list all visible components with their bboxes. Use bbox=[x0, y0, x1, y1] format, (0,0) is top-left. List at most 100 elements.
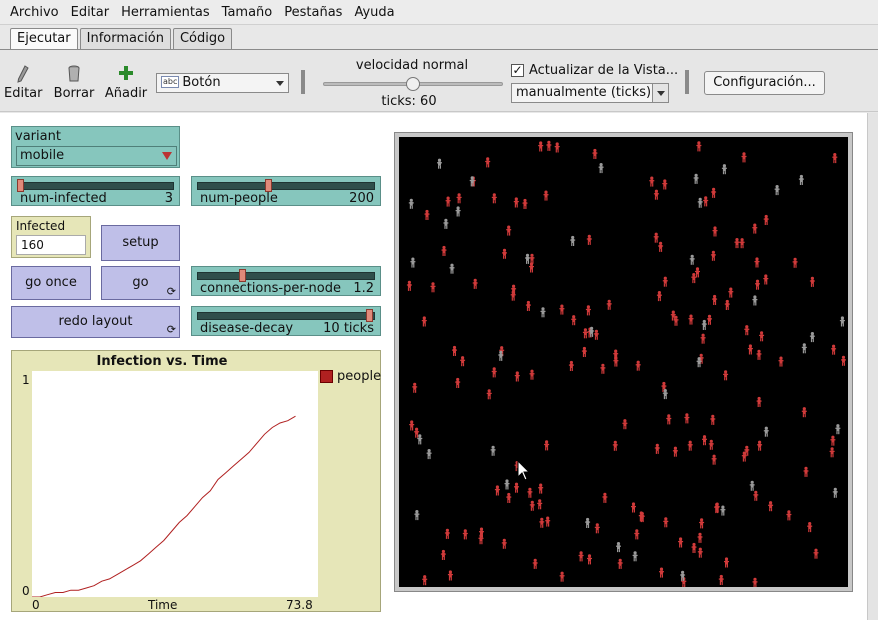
person-agent bbox=[406, 280, 412, 291]
legend-swatch bbox=[320, 370, 333, 383]
connections-per-node-slider[interactable]: connections-per-node 1.2 bbox=[191, 266, 381, 296]
person-agent bbox=[747, 344, 753, 355]
person-agent bbox=[841, 355, 846, 366]
menu-ayuda[interactable]: Ayuda bbox=[348, 5, 400, 20]
person-agent bbox=[695, 267, 700, 278]
slider-name: num-people bbox=[200, 191, 278, 206]
person-agent bbox=[490, 445, 496, 456]
menu-pestanas[interactable]: Pestañas bbox=[278, 5, 348, 20]
chevron-down-icon[interactable] bbox=[652, 84, 668, 102]
num-people-slider[interactable]: num-people 200 bbox=[191, 176, 381, 206]
menu-archivo[interactable]: Archivo bbox=[4, 5, 65, 20]
slider-track[interactable] bbox=[197, 182, 375, 190]
person-agent bbox=[693, 173, 699, 184]
tab-codigo[interactable]: Código bbox=[172, 28, 233, 49]
person-agent bbox=[801, 343, 807, 354]
person-agent bbox=[606, 299, 612, 310]
menu-tamano[interactable]: Tamaño bbox=[216, 5, 279, 20]
world-view-svg[interactable] bbox=[399, 137, 848, 587]
person-agent bbox=[830, 435, 836, 446]
person-agent bbox=[506, 225, 512, 236]
widget-type-select[interactable]: abc Botón bbox=[156, 73, 289, 93]
slider-value: 200 bbox=[349, 191, 374, 206]
infection-plot: Infection vs. Time 1 0 0 Time 73.8 peopl… bbox=[11, 350, 381, 612]
redo-layout-label: redo layout bbox=[58, 314, 133, 329]
variant-value[interactable]: mobile bbox=[16, 146, 177, 166]
variant-selected: mobile bbox=[20, 148, 65, 163]
person-agent bbox=[491, 367, 497, 378]
x-axis-label: Time bbox=[148, 598, 178, 612]
person-agent bbox=[525, 300, 531, 311]
person-agent bbox=[537, 499, 543, 510]
person-agent bbox=[672, 446, 678, 457]
person-agent bbox=[809, 332, 815, 343]
person-agent bbox=[710, 250, 716, 261]
world-view[interactable] bbox=[399, 137, 848, 587]
menu-editar[interactable]: Editar bbox=[65, 5, 116, 20]
person-agent bbox=[663, 517, 669, 528]
person-agent bbox=[662, 179, 668, 190]
tab-informacion[interactable]: Información bbox=[79, 28, 171, 49]
slider-track[interactable] bbox=[197, 312, 375, 320]
go-button[interactable]: go ⟳ bbox=[101, 266, 180, 300]
num-infected-slider[interactable]: num-infected 3 bbox=[11, 176, 180, 206]
person-agent bbox=[594, 523, 600, 534]
person-agent bbox=[544, 440, 550, 451]
pencil-icon bbox=[17, 65, 29, 83]
person-agent bbox=[506, 492, 512, 503]
person-agent bbox=[440, 549, 446, 560]
person-agent bbox=[452, 345, 457, 356]
person-agent bbox=[756, 349, 762, 360]
person-agent bbox=[538, 483, 544, 494]
person-agent bbox=[570, 235, 576, 246]
delete-button[interactable]: Borrar bbox=[52, 64, 96, 101]
disease-decay-slider[interactable]: disease-decay 10 ticks bbox=[191, 306, 381, 336]
person-agent bbox=[525, 253, 530, 264]
go-once-button[interactable]: go once bbox=[11, 266, 91, 300]
settings-button[interactable]: Configuración... bbox=[704, 71, 825, 95]
edit-button[interactable]: Editar bbox=[4, 64, 43, 101]
vertical-scrollbar[interactable] bbox=[867, 113, 878, 620]
person-agent bbox=[412, 382, 418, 393]
update-view-checkbox[interactable]: ✓ bbox=[511, 64, 524, 77]
person-agent bbox=[721, 164, 727, 175]
add-button[interactable]: Añadir bbox=[104, 64, 148, 101]
slider-name: disease-decay bbox=[200, 321, 294, 336]
plot-area bbox=[32, 371, 318, 598]
plus-icon bbox=[119, 66, 133, 80]
slider-value: 10 ticks bbox=[323, 321, 374, 336]
redo-layout-button[interactable]: redo layout ⟳ bbox=[11, 306, 180, 338]
monitor-value: 160 bbox=[16, 235, 86, 255]
setup-button[interactable]: setup bbox=[101, 225, 180, 261]
person-agent bbox=[581, 346, 587, 357]
person-agent bbox=[752, 295, 758, 306]
person-agent bbox=[689, 254, 695, 265]
person-agent bbox=[703, 196, 709, 207]
person-agent bbox=[809, 276, 815, 287]
person-agent bbox=[513, 197, 519, 208]
toolbar-divider bbox=[685, 70, 689, 94]
slider-track[interactable] bbox=[197, 272, 375, 280]
toolbar-divider bbox=[301, 70, 305, 94]
update-mode-select[interactable]: manualmente (ticks) bbox=[511, 83, 669, 103]
person-agent bbox=[593, 329, 599, 340]
person-agent bbox=[710, 414, 716, 425]
person-agent bbox=[756, 396, 762, 407]
toolbar: Editar Borrar Añadir abc Botón velocidad … bbox=[0, 50, 878, 112]
person-agent bbox=[755, 279, 760, 290]
person-agent bbox=[472, 278, 478, 289]
speed-slider-knob[interactable] bbox=[406, 77, 420, 91]
person-agent bbox=[786, 510, 792, 521]
person-agent bbox=[757, 440, 763, 451]
person-agent bbox=[421, 316, 427, 327]
tab-ejecutar[interactable]: Ejecutar bbox=[10, 28, 78, 49]
person-agent bbox=[410, 257, 416, 268]
speed-label: velocidad normal bbox=[355, 58, 469, 73]
person-agent bbox=[486, 389, 492, 400]
slider-track[interactable] bbox=[17, 182, 174, 190]
person-agent bbox=[720, 505, 726, 516]
menu-herramientas[interactable]: Herramientas bbox=[115, 5, 216, 20]
variant-chooser[interactable]: variant mobile bbox=[11, 126, 180, 168]
person-agent bbox=[832, 153, 838, 164]
person-agent bbox=[687, 440, 693, 451]
